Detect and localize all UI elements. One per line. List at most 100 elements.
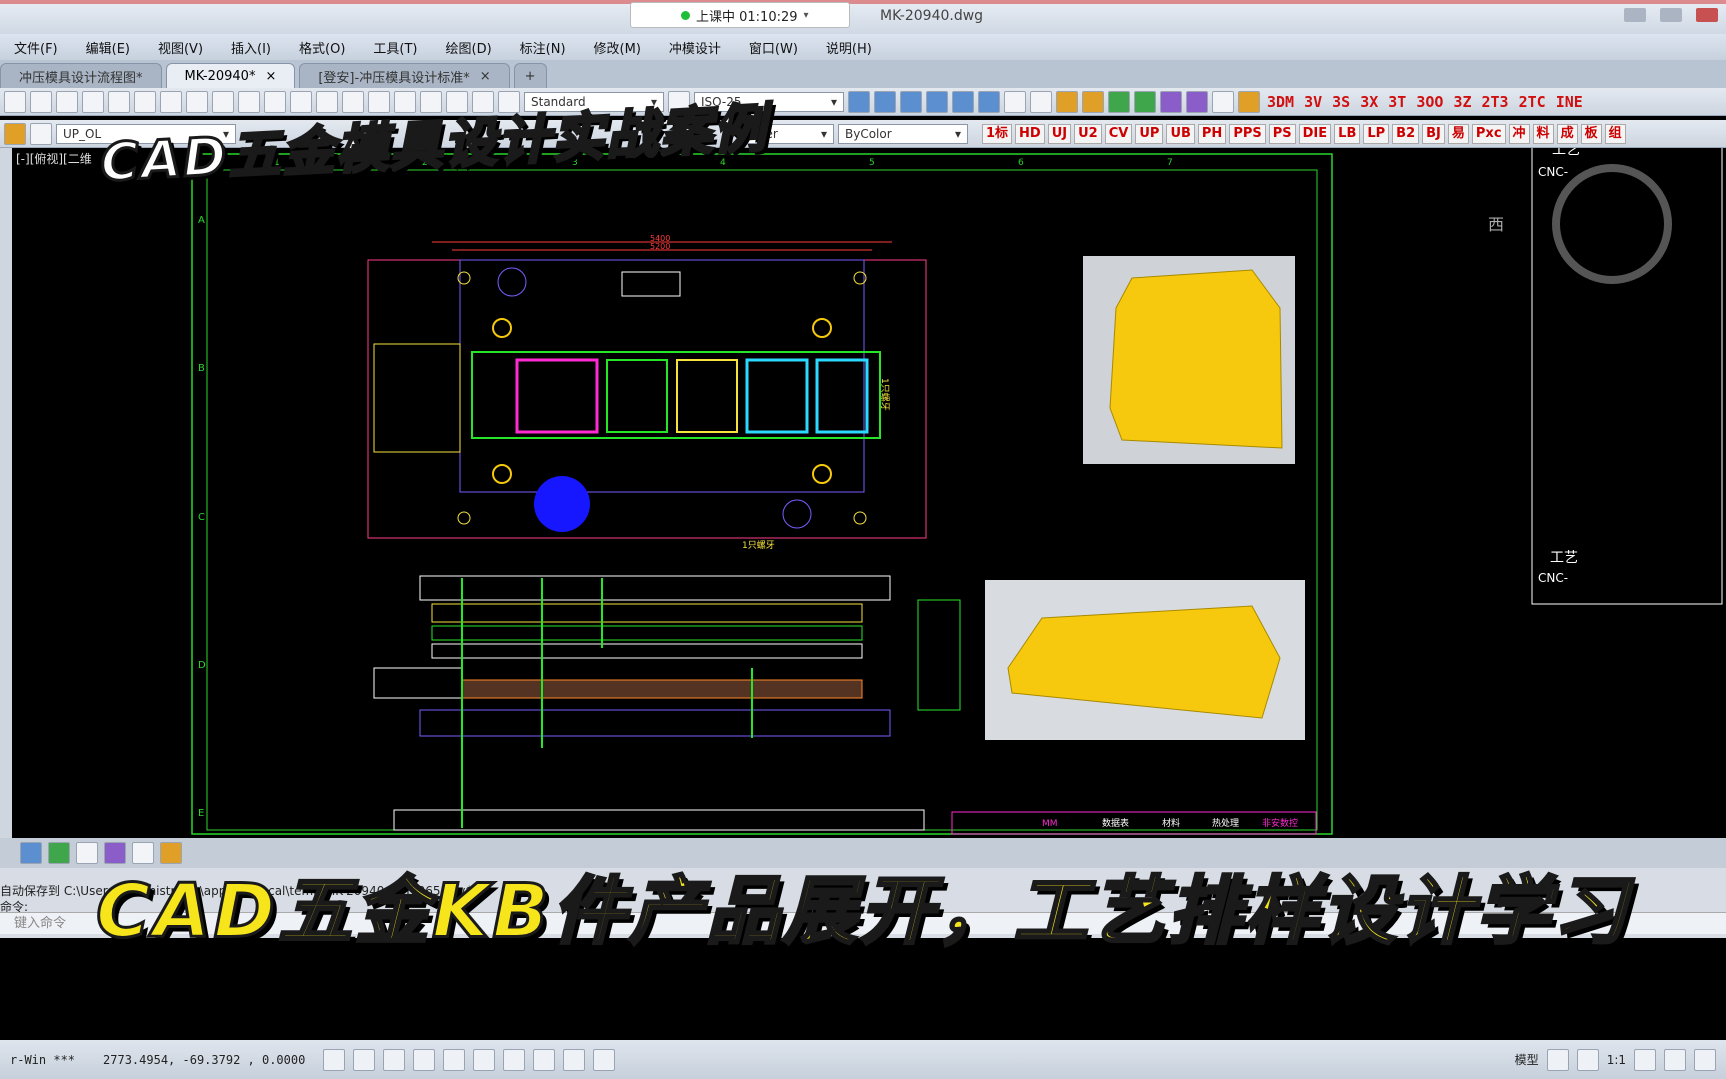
viewcube-ring[interactable] <box>1552 164 1672 284</box>
die-tool-cv[interactable]: CV <box>1104 123 1133 144</box>
die-tool-ban[interactable]: 板 <box>1580 123 1602 144</box>
render-icon[interactable] <box>1056 90 1078 113</box>
die-tool-ph[interactable]: PH <box>1197 123 1227 144</box>
save-icon[interactable] <box>30 90 52 113</box>
tab-design-standard[interactable]: [登安]-冲压模具设计标准* × <box>299 63 510 88</box>
die-tool-up[interactable]: UP <box>1135 123 1164 144</box>
3d-cylinder-icon[interactable] <box>900 90 922 113</box>
cut-icon[interactable] <box>134 90 156 113</box>
close-icon[interactable]: × <box>265 69 276 84</box>
new-file-icon[interactable] <box>4 90 26 113</box>
3d-sphere-icon[interactable] <box>874 90 896 113</box>
tool-icon[interactable] <box>48 842 70 864</box>
annotation-scale[interactable]: 1:1 <box>1607 1053 1626 1067</box>
red-tool-2tc[interactable]: 2TC <box>1516 93 1549 111</box>
3d-box-icon[interactable] <box>848 90 870 113</box>
chevron-down-icon[interactable]: ▾ <box>804 10 809 21</box>
layout-icon[interactable] <box>1576 1048 1599 1071</box>
orbit-icon[interactable] <box>1030 90 1052 113</box>
menu-modify[interactable]: 修改(M) <box>580 38 655 57</box>
3d-wedge-icon[interactable] <box>978 90 1000 113</box>
light-icon[interactable] <box>1082 90 1104 113</box>
layout-icon[interactable] <box>1546 1048 1569 1071</box>
die-tool-chong[interactable]: 冲 <box>1508 123 1530 144</box>
otrack-toggle[interactable] <box>473 1048 496 1071</box>
red-tool-3v[interactable]: 3V <box>1301 93 1325 111</box>
close-button[interactable] <box>1696 8 1718 22</box>
die-tool-b2[interactable]: B2 <box>1392 123 1420 144</box>
die-tool-lb[interactable]: LB <box>1334 123 1361 144</box>
menu-edit[interactable]: 编辑(E) <box>72 38 144 57</box>
lock-icon[interactable] <box>30 122 52 145</box>
dyn-toggle[interactable] <box>533 1048 556 1071</box>
red-tool-3oo[interactable]: 3OO <box>1413 93 1446 111</box>
die-tool-1[interactable]: 1标 <box>982 123 1013 144</box>
die-tool-yi[interactable]: 易 <box>1447 123 1469 144</box>
3d-cone-icon[interactable] <box>926 90 948 113</box>
die-tool-ps[interactable]: PS <box>1268 123 1296 144</box>
copy-icon[interactable] <box>160 90 182 113</box>
qp-toggle[interactable] <box>593 1048 616 1071</box>
die-tool-cheng[interactable]: 成 <box>1556 123 1578 144</box>
refresh-icon[interactable] <box>1212 90 1234 113</box>
red-tool-3t[interactable]: 3T <box>1385 93 1409 111</box>
plugin-icon[interactable] <box>1238 90 1260 113</box>
lock-icon[interactable] <box>1664 1048 1686 1071</box>
color-select[interactable]: ByColor ▾ <box>838 123 968 144</box>
maximize-button[interactable] <box>1660 8 1682 22</box>
fullscreen-icon[interactable] <box>1694 1048 1716 1071</box>
menu-dimension[interactable]: 标注(N) <box>506 38 580 57</box>
print-icon[interactable] <box>56 90 78 113</box>
die-tool-ub[interactable]: UB <box>1166 123 1195 144</box>
red-tool-3s[interactable]: 3S <box>1329 93 1353 111</box>
publish-icon[interactable] <box>108 90 130 113</box>
live-status-badge[interactable]: 上课中 01:10:29 ▾ <box>630 2 850 28</box>
minimize-button[interactable] <box>1624 8 1646 22</box>
die-tool-pps[interactable]: PPS <box>1229 123 1266 144</box>
die-tool-pxc[interactable]: Pxc <box>1471 123 1506 144</box>
die-tool-lp[interactable]: LP <box>1363 123 1390 144</box>
lineweight-toggle[interactable] <box>563 1048 586 1071</box>
menu-insert[interactable]: 插入(I) <box>217 38 285 57</box>
sun-icon[interactable] <box>4 122 26 145</box>
match-properties-icon[interactable] <box>212 90 234 113</box>
3d-view-icon[interactable] <box>1004 90 1026 113</box>
new-tab-button[interactable]: + <box>513 63 547 88</box>
undo-icon[interactable] <box>238 90 260 113</box>
red-tool-2t3[interactable]: 2T3 <box>1479 93 1512 111</box>
drawing-canvas[interactable]: [-][俯视][二维 A B C D E 1 2 3 4 5 6 7 5400 … <box>12 148 1726 838</box>
menu-view[interactable]: 视图(V) <box>144 38 217 57</box>
menu-window[interactable]: 窗口(W) <box>735 38 812 57</box>
tab-mk-20940[interactable]: MK-20940* × <box>165 63 296 88</box>
menu-die-design[interactable]: 冲模设计 <box>655 38 735 57</box>
die-tool-liao[interactable]: 料 <box>1532 123 1554 144</box>
viewport-label[interactable]: [-][俯视][二维 <box>16 150 92 167</box>
ducs-toggle[interactable] <box>503 1048 526 1071</box>
die-tool-bj[interactable]: BJ <box>1422 123 1445 144</box>
red-tool-3z[interactable]: 3Z <box>1450 93 1474 111</box>
red-tool-3dm[interactable]: 3DM <box>1264 93 1297 111</box>
redo-icon[interactable] <box>264 90 286 113</box>
model-tab[interactable]: 模型 <box>1515 1051 1539 1068</box>
red-tool-ine[interactable]: INE <box>1553 93 1586 111</box>
paste-icon[interactable] <box>186 90 208 113</box>
polar-toggle[interactable] <box>413 1048 436 1071</box>
menu-draw[interactable]: 绘图(D) <box>432 38 506 57</box>
osnap-toggle[interactable] <box>443 1048 466 1071</box>
tab-flowchart[interactable]: 冲压模具设计流程图* <box>0 63 162 88</box>
grid-toggle[interactable] <box>353 1048 376 1071</box>
die-tool-uj[interactable]: UJ <box>1047 123 1072 144</box>
menu-tools[interactable]: 工具(T) <box>359 38 431 57</box>
tool-icon[interactable] <box>20 842 42 864</box>
menu-format[interactable]: 格式(O) <box>285 38 359 57</box>
menu-file[interactable]: 文件(F) <box>0 38 72 57</box>
die-tool-u2[interactable]: U2 <box>1074 123 1102 144</box>
menu-help[interactable]: 说明(H) <box>812 38 886 57</box>
3d-torus-icon[interactable] <box>952 90 974 113</box>
block-icon[interactable] <box>1160 90 1182 113</box>
attribute-icon[interactable] <box>1186 90 1208 113</box>
snap-toggle[interactable] <box>323 1048 346 1071</box>
close-icon[interactable]: × <box>480 69 491 84</box>
die-tool-die[interactable]: DIE <box>1298 123 1332 144</box>
die-tool-hd[interactable]: HD <box>1015 123 1045 144</box>
